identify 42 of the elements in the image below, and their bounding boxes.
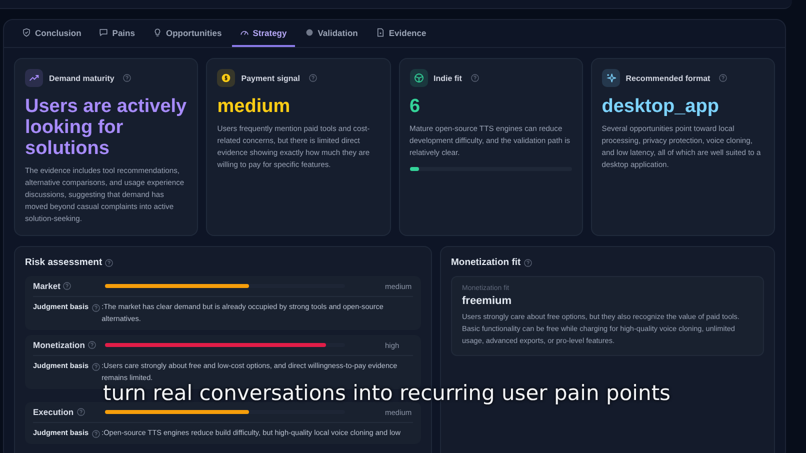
help-icon[interactable]	[88, 341, 96, 350]
metric-label: Demand maturity	[49, 74, 114, 82]
tab[interactable]: Strategy	[232, 20, 295, 47]
help-icon[interactable]	[308, 74, 317, 82]
subtitle: turn real conversations into recurring user pain points	[103, 383, 670, 404]
help-icon[interactable]	[92, 304, 100, 312]
panel-title: Monetization fit	[451, 257, 521, 268]
tab[interactable]: Conclusion	[14, 20, 90, 47]
help-icon[interactable]	[524, 258, 532, 266]
tab[interactable]: Evidence	[368, 20, 434, 47]
help-icon[interactable]	[63, 282, 72, 290]
risk-name: Market	[33, 281, 60, 291]
metric-value: 6	[410, 97, 422, 118]
metric-value: Users are actively looking for solutions	[25, 97, 188, 160]
help-icon[interactable]	[719, 74, 728, 82]
help-icon[interactable]	[105, 258, 114, 266]
help-icon[interactable]	[470, 74, 479, 82]
dot-icon	[304, 28, 314, 37]
tab[interactable]: Pains	[91, 20, 143, 47]
gauge-icon	[240, 28, 249, 37]
metric-label: Indie fit	[434, 74, 462, 82]
panel-title: Risk assessment	[25, 257, 102, 268]
tab[interactable]: Opportunities	[144, 20, 230, 47]
tab[interactable]: Validation	[296, 20, 366, 47]
metric-label: Recommended format	[626, 74, 710, 82]
model-name: freemium	[462, 295, 513, 307]
document-icon	[376, 28, 385, 37]
help-icon[interactable]	[92, 363, 100, 372]
trend-up-icon	[25, 69, 43, 87]
sparkle-icon	[602, 69, 620, 87]
chat-bubble-icon	[99, 28, 108, 37]
metric-label: Payment signal	[241, 74, 300, 82]
risk-name: Execution	[33, 407, 74, 418]
help-icon[interactable]	[123, 74, 132, 82]
metric-value: desktop_app	[602, 97, 720, 118]
risk-name: Monetization	[33, 340, 85, 350]
help-icon[interactable]	[92, 430, 100, 438]
metric-value: medium	[217, 97, 292, 118]
help-icon[interactable]	[76, 408, 85, 416]
shield-icon	[22, 28, 31, 37]
coin-icon	[217, 69, 236, 87]
lightbulb-icon	[152, 28, 162, 37]
